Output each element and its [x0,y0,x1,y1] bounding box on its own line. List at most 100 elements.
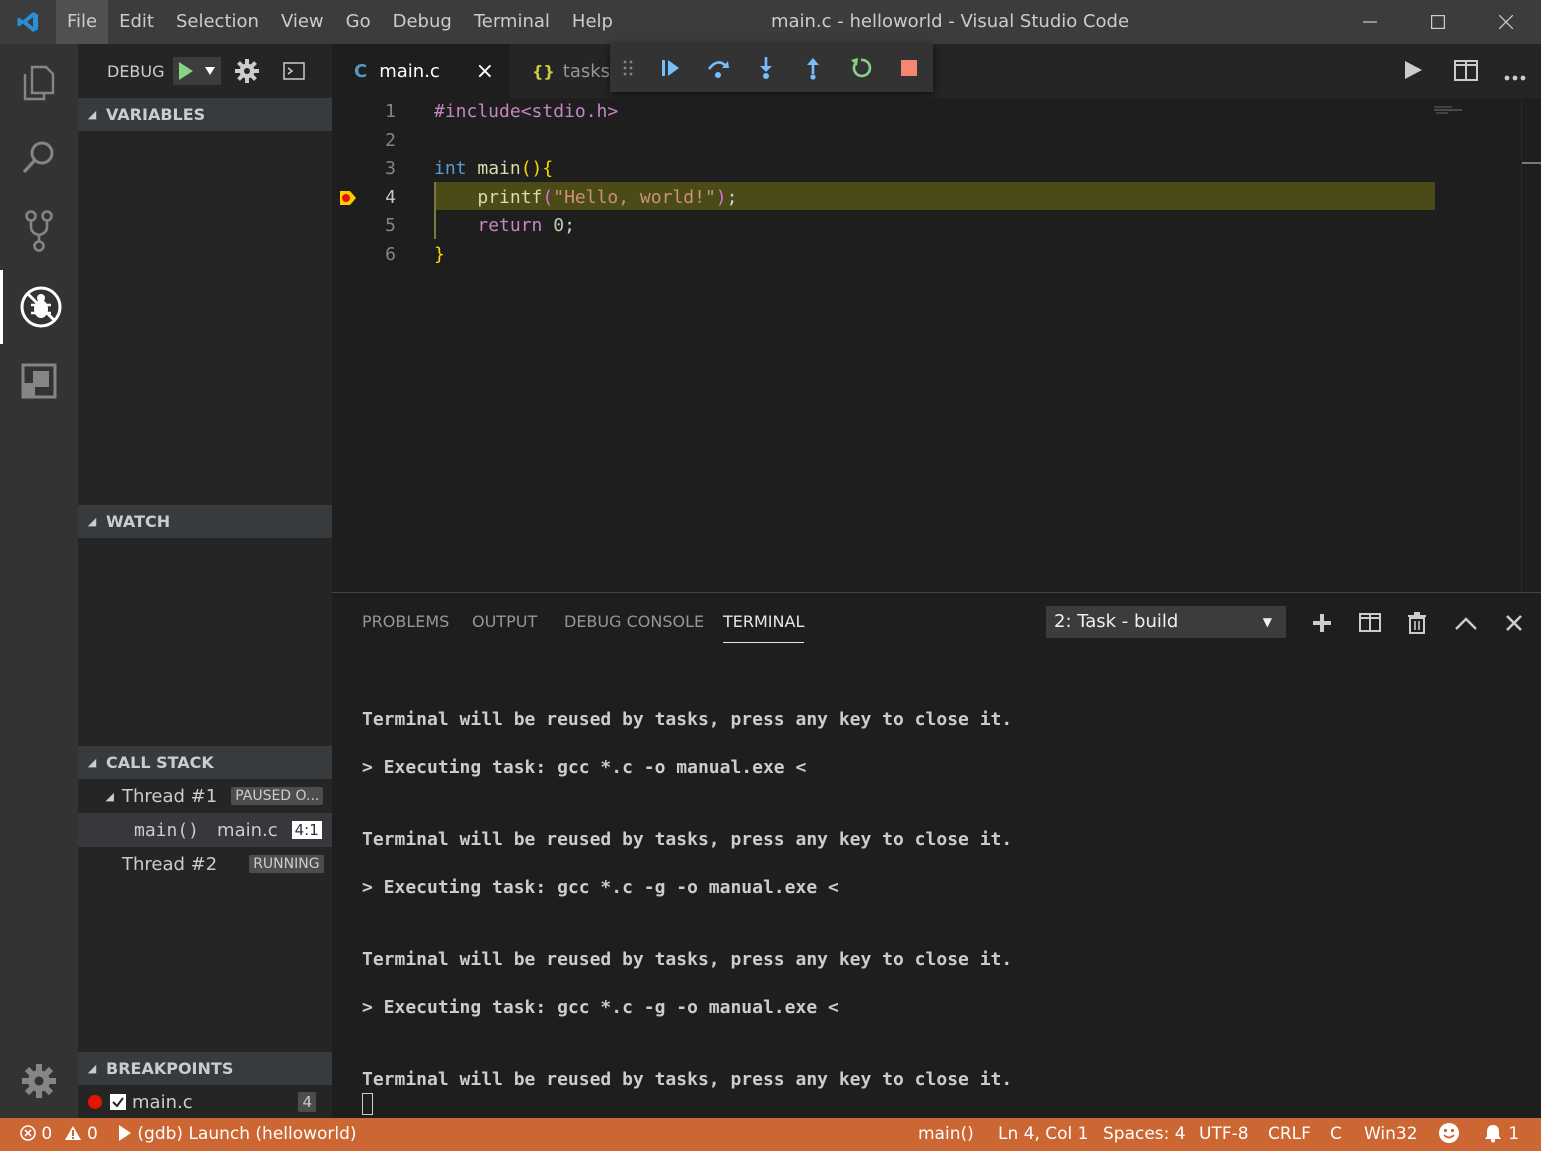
menu-selection[interactable]: Selection [165,0,270,44]
breakpoint-row[interactable]: main.c 4 [78,1085,332,1119]
activity-explorer[interactable] [0,46,78,120]
smiley-icon [1439,1123,1459,1143]
debug-launch-status[interactable]: (gdb) Launch (helloworld) [118,1118,357,1151]
tab-tasks-json[interactable]: {} tasks.j [510,44,610,98]
debug-icon [20,286,61,328]
terminal-select[interactable]: 2: Task - build ▼ [1046,606,1286,638]
code-line: 3 int main(){ [332,155,1521,184]
bell-icon [1485,1125,1501,1143]
minimap[interactable] [1434,98,1462,114]
menu-go[interactable]: Go [335,0,382,44]
drag-handle[interactable] [610,60,646,76]
play-icon [178,62,193,80]
debug-config-dropdown[interactable] [198,57,221,85]
line-number: 1 [385,101,396,122]
launch-config-label: (gdb) Launch (helloworld) [137,1124,357,1144]
code-token: return [477,215,543,237]
step-out-button[interactable] [789,44,837,92]
breakpoint-dot-icon [88,1095,102,1109]
code-editor[interactable]: 1 #include<stdio.h> 2 3 int main(){ 4 pr… [332,98,1521,592]
indentation-status[interactable]: Spaces: 4 [1103,1118,1186,1151]
step-into-button[interactable] [742,44,790,92]
encoding-status[interactable]: UTF-8 [1199,1118,1249,1151]
plus-icon [1313,614,1331,632]
breakpoint-checkbox[interactable] [110,1094,126,1110]
callstack-section-header[interactable]: ◢ CALL STACK [78,746,332,779]
variables-section-header[interactable]: ◢ VARIABLES [78,98,332,131]
chevron-down-icon: ▼ [1262,615,1272,629]
close-tab-icon[interactable]: × [476,59,494,84]
platform-status[interactable]: Win32 [1364,1118,1418,1151]
code-line: 6 } [332,241,1521,270]
minimap-preview [1434,106,1462,114]
watch-section-header[interactable]: ◢ WATCH [78,505,332,538]
code-token: ( [542,186,554,208]
menu-edit[interactable]: Edit [108,0,165,44]
grip-icon [623,60,633,76]
more-actions-button[interactable] [1504,66,1526,85]
tab-output[interactable]: OUTPUT [472,613,537,643]
menu-debug[interactable]: Debug [382,0,463,44]
activity-search[interactable] [0,120,78,194]
stack-frame-row[interactable]: main() main.c 4:1 [78,813,332,847]
menu-help[interactable]: Help [561,0,624,44]
thread-row[interactable]: Thread #2 RUNNING [78,847,332,881]
tab-problems[interactable]: PROBLEMS [362,613,449,643]
terminal-cursor[interactable] [362,1093,373,1115]
code-token: ) [715,186,727,208]
new-terminal-button[interactable] [1306,607,1338,639]
feedback-button[interactable] [1438,1118,1460,1151]
maximize-button[interactable] [1404,0,1472,44]
tab-debug-console[interactable]: DEBUG CONSOLE [564,613,704,643]
kill-terminal-button[interactable] [1401,607,1433,639]
stop-icon [901,60,918,76]
maximize-panel-button[interactable] [1450,607,1482,639]
code-token: 0 [553,215,565,237]
line-number: 5 [385,215,396,237]
code-line: 2 [332,127,1521,156]
frame-position-badge: 4:1 [291,821,322,839]
tab-main-c[interactable]: C main.c × [332,44,510,98]
run-button[interactable] [1402,59,1424,85]
language-status[interactable]: C [1330,1118,1342,1151]
function-status[interactable]: main() [918,1118,974,1151]
editor-scrollbar[interactable] [1521,98,1541,592]
code-token: (){ [520,158,554,180]
tab-terminal[interactable]: TERMINAL [723,613,805,643]
activity-extensions[interactable] [0,344,78,418]
stop-button[interactable] [885,44,933,92]
menu-terminal[interactable]: Terminal [463,0,561,44]
code-text: #include<stdio.h> [434,101,619,122]
split-editor-button[interactable] [1454,60,1478,86]
warning-count: 0 [87,1124,98,1144]
problems-status[interactable]: 0 0 [20,1118,98,1151]
menu-view[interactable]: View [270,0,335,44]
close-window-button[interactable] [1472,0,1540,44]
close-panel-button[interactable] [1498,607,1530,639]
thread-state-badge: RUNNING [249,855,324,873]
code-line: 5 return 0; [332,212,1521,241]
thread-row[interactable]: ◢ Thread #1 PAUSED O... [78,779,332,813]
open-launch-json-button[interactable] [234,59,259,83]
error-icon [20,1125,36,1141]
split-terminal-button[interactable] [1354,607,1386,639]
debug-console-button[interactable] [282,62,305,80]
restart-button[interactable] [837,44,885,92]
menu-file[interactable]: File [56,0,109,44]
continue-button[interactable] [646,44,694,92]
activity-debug[interactable] [0,270,78,344]
start-debugging-button[interactable] [172,57,199,85]
activity-manage[interactable] [0,1044,78,1118]
breakpoints-section-header[interactable]: ◢ BREAKPOINTS [78,1052,332,1085]
step-over-button[interactable] [694,44,742,92]
minimize-button[interactable] [1336,0,1404,44]
step-out-icon [807,58,820,80]
activity-source-control[interactable] [0,194,78,268]
cursor-position-status[interactable]: Ln 4, Col 1 [998,1118,1089,1151]
terminal-line: Terminal will be reused by tasks, press … [362,829,1013,850]
files-icon [23,65,55,101]
code-token: int [434,158,467,180]
notifications-button[interactable]: 1 [1483,1118,1519,1151]
eol-status[interactable]: CRLF [1268,1118,1311,1151]
